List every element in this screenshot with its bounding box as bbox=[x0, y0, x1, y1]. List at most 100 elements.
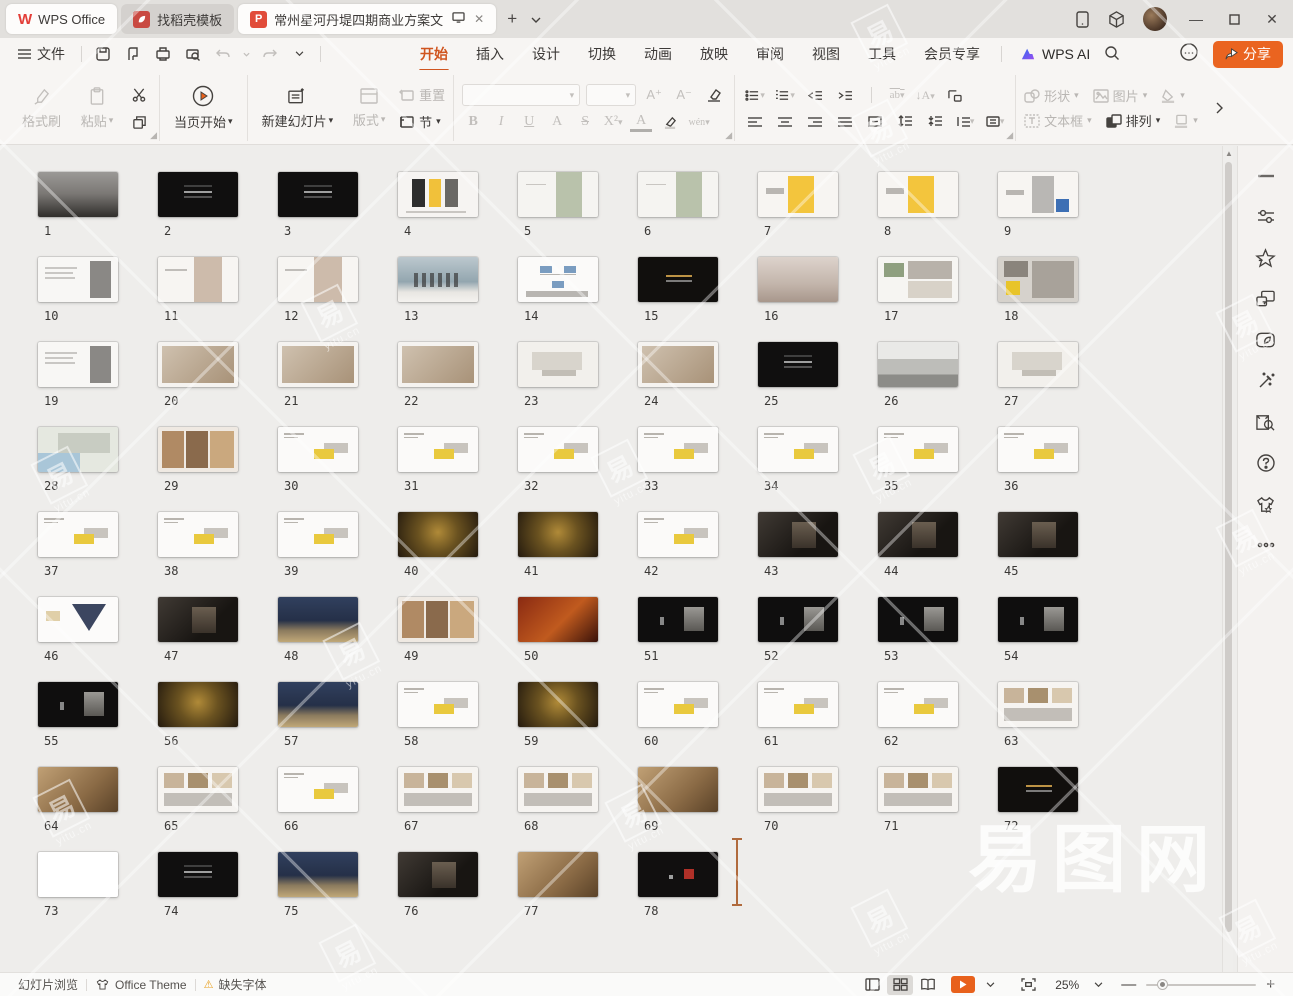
slide-thumbnail-75[interactable] bbox=[278, 852, 358, 897]
slide-thumbnail-2[interactable] bbox=[158, 172, 238, 217]
slide-thumbnail-46[interactable] bbox=[38, 597, 118, 642]
slide-thumbnail-21[interactable] bbox=[278, 342, 358, 387]
featured-tools-star-icon[interactable] bbox=[1252, 246, 1280, 270]
slide-thumbnail-52[interactable] bbox=[758, 597, 838, 642]
slide-thumbnail-1[interactable] bbox=[38, 172, 118, 217]
slide-thumbnail-30[interactable] bbox=[278, 427, 358, 472]
slideshow-play-button[interactable] bbox=[951, 976, 975, 993]
ribbon-tab-会员专享[interactable]: 会员专享 bbox=[911, 40, 993, 68]
zoom-slider-knob[interactable] bbox=[1158, 980, 1167, 989]
slide-thumbnail-74[interactable] bbox=[158, 852, 238, 897]
object-properties-icon[interactable] bbox=[1252, 205, 1280, 229]
more-tools-icon[interactable] bbox=[1252, 533, 1280, 557]
minimize-button[interactable]: — bbox=[1179, 4, 1213, 34]
slide-thumbnail-41[interactable] bbox=[518, 512, 598, 557]
find-replace-icon[interactable] bbox=[1252, 410, 1280, 434]
slide-thumbnail-11[interactable] bbox=[158, 257, 238, 302]
slide-thumbnail-61[interactable] bbox=[758, 682, 838, 727]
slide-thumbnail-65[interactable] bbox=[158, 767, 238, 812]
slide-thumbnail-10[interactable] bbox=[38, 257, 118, 302]
zoom-in-button[interactable]: + bbox=[1258, 976, 1283, 993]
slide-thumbnail-60[interactable] bbox=[638, 682, 718, 727]
slide-thumbnail-58[interactable] bbox=[398, 682, 478, 727]
dialog-launcher-icon[interactable]: ◢ bbox=[1006, 130, 1013, 141]
slide-thumbnail-28[interactable] bbox=[38, 427, 118, 472]
slide-thumbnail-35[interactable] bbox=[878, 427, 958, 472]
slide-sorter-canvas[interactable]: 1234567891011121314151617181920212223242… bbox=[0, 146, 1237, 972]
tab-wps-home[interactable]: W WPS Office bbox=[6, 4, 117, 34]
slide-thumbnail-25[interactable] bbox=[758, 342, 838, 387]
dialog-launcher-icon[interactable]: ◢ bbox=[725, 130, 732, 141]
docer-resources-icon[interactable] bbox=[1252, 328, 1280, 352]
ribbon-tab-插入[interactable]: 插入 bbox=[463, 40, 517, 68]
dialog-launcher-icon[interactable]: ◢ bbox=[150, 130, 157, 141]
slide-thumbnail-29[interactable] bbox=[158, 427, 238, 472]
slide-thumbnail-15[interactable] bbox=[638, 257, 718, 302]
ribbon-tab-开始[interactable]: 开始 bbox=[407, 40, 461, 68]
fit-to-window-icon[interactable] bbox=[1015, 975, 1041, 995]
normal-view-icon[interactable] bbox=[859, 975, 885, 995]
theme-indicator[interactable]: Office Theme bbox=[87, 978, 195, 992]
slide-thumbnail-44[interactable] bbox=[878, 512, 958, 557]
tab-list-chevron-icon[interactable] bbox=[524, 9, 548, 29]
slide-thumbnail-16[interactable] bbox=[758, 257, 838, 302]
slide-thumbnail-6[interactable] bbox=[638, 172, 718, 217]
user-avatar[interactable] bbox=[1143, 7, 1167, 31]
slide-thumbnail-20[interactable] bbox=[158, 342, 238, 387]
collapse-panel-icon[interactable] bbox=[1252, 164, 1280, 188]
vertical-scrollbar[interactable]: ▲ bbox=[1222, 146, 1233, 972]
slide-thumbnail-5[interactable] bbox=[518, 172, 598, 217]
search-icon[interactable] bbox=[1104, 45, 1120, 64]
play-options-chevron-icon[interactable] bbox=[977, 975, 1003, 995]
slide-thumbnail-77[interactable] bbox=[518, 852, 598, 897]
slide-thumbnail-9[interactable] bbox=[998, 172, 1078, 217]
slide-thumbnail-42[interactable] bbox=[638, 512, 718, 557]
ribbon-tab-放映[interactable]: 放映 bbox=[687, 40, 741, 68]
slide-thumbnail-18[interactable] bbox=[998, 257, 1078, 302]
slide-thumbnail-13[interactable] bbox=[398, 257, 478, 302]
save-icon[interactable] bbox=[90, 42, 116, 66]
slide-thumbnail-69[interactable] bbox=[638, 767, 718, 812]
tab-docer-templates[interactable]: 找稻壳模板 bbox=[121, 4, 234, 34]
slide-thumbnail-45[interactable] bbox=[998, 512, 1078, 557]
slide-thumbnail-31[interactable] bbox=[398, 427, 478, 472]
play-from-current-button[interactable]: 当页开始▾ bbox=[168, 83, 239, 133]
ribbon-tab-切换[interactable]: 切换 bbox=[575, 40, 629, 68]
slide-thumbnail-78[interactable] bbox=[638, 852, 718, 897]
slide-thumbnail-32[interactable] bbox=[518, 427, 598, 472]
help-icon[interactable] bbox=[1252, 451, 1280, 475]
ribbon-tab-设计[interactable]: 设计 bbox=[519, 40, 573, 68]
zoom-out-button[interactable]: — bbox=[1113, 976, 1144, 993]
quick-access-chevron-icon[interactable] bbox=[286, 42, 312, 66]
ribbon-tab-工具[interactable]: 工具 bbox=[855, 40, 909, 68]
zoom-options-chevron-icon[interactable] bbox=[1085, 975, 1111, 995]
arrange-button[interactable]: 排列▾ bbox=[1106, 111, 1161, 130]
slide-thumbnail-23[interactable] bbox=[518, 342, 598, 387]
ribbon-expand-chevron-icon[interactable] bbox=[1208, 102, 1230, 114]
slide-thumbnail-12[interactable] bbox=[278, 257, 358, 302]
new-slide-button[interactable]: 新建幻灯片▾ bbox=[256, 84, 340, 132]
slide-thumbnail-64[interactable] bbox=[38, 767, 118, 812]
slide-thumbnail-47[interactable] bbox=[158, 597, 238, 642]
animation-pane-icon[interactable] bbox=[1252, 287, 1280, 311]
slide-thumbnail-4[interactable] bbox=[398, 172, 478, 217]
slide-thumbnail-36[interactable] bbox=[998, 427, 1078, 472]
zoom-slider[interactable] bbox=[1146, 984, 1256, 986]
slide-thumbnail-43[interactable] bbox=[758, 512, 838, 557]
slide-thumbnail-62[interactable] bbox=[878, 682, 958, 727]
slide-thumbnail-49[interactable] bbox=[398, 597, 478, 642]
slide-thumbnail-38[interactable] bbox=[158, 512, 238, 557]
slide-thumbnail-24[interactable] bbox=[638, 342, 718, 387]
scrollbar-thumb[interactable] bbox=[1225, 162, 1232, 932]
scroll-up-arrow-icon[interactable]: ▲ bbox=[1225, 149, 1233, 158]
slide-thumbnail-66[interactable] bbox=[278, 767, 358, 812]
slide-sorter-view-icon[interactable] bbox=[887, 975, 913, 995]
slide-thumbnail-27[interactable] bbox=[998, 342, 1078, 387]
theme-settings-icon[interactable] bbox=[1179, 42, 1203, 66]
tab-document-active[interactable]: P 常州星河丹堤四期商业方案文 ✕ bbox=[238, 4, 496, 34]
new-tab-button[interactable]: + bbox=[500, 9, 524, 29]
reading-view-icon[interactable] bbox=[915, 975, 941, 995]
slide-thumbnail-39[interactable] bbox=[278, 512, 358, 557]
slide-thumbnail-76[interactable] bbox=[398, 852, 478, 897]
close-tab-icon[interactable]: ✕ bbox=[474, 12, 484, 26]
